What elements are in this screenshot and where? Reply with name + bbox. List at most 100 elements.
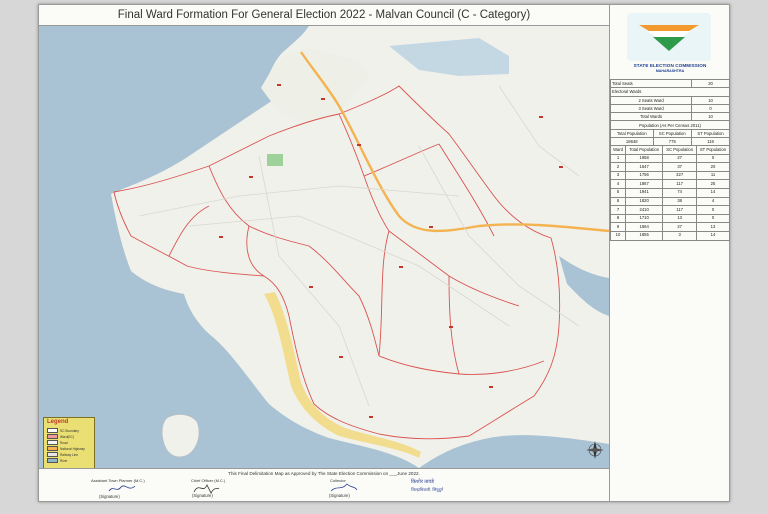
two-seat-value: 10 [691, 95, 730, 105]
table-row: 10 1855 3 14 [610, 230, 731, 241]
st-pop-cell: 20 [695, 162, 731, 172]
st-pop-cell: 4 [695, 196, 731, 207]
legend-swatch [47, 428, 58, 433]
legend-label: Ward(EC) [60, 434, 75, 439]
total-seats-value: 20 [691, 78, 730, 89]
collector-title-stamp: जिल्हाधिकारी, सिंधुदुर्ग [411, 487, 443, 492]
two-seat-label: 2 Seats Ward [609, 95, 693, 105]
total-pop-cell: 1664 [624, 222, 664, 232]
map-canvas[interactable] [39, 26, 609, 468]
sc-pop-cell: 27 [662, 222, 697, 232]
legend-item: SC Boundary [47, 428, 79, 433]
map-legend: Legend SC Boundary Ward(EC) Road Nationa… [43, 417, 95, 468]
title-bar: Final Ward Formation For General Electio… [39, 5, 609, 26]
sc-pop-label: SC Population [652, 128, 693, 139]
ward-number: 2 [610, 162, 626, 172]
total-pop-cell: 1710 [624, 213, 664, 224]
legend-label: Road [60, 440, 68, 445]
map-title: Final Ward Formation For General Electio… [117, 9, 531, 21]
legend-label: River [60, 458, 68, 463]
signature-co: (Signature) [192, 493, 213, 498]
legend-title: Legend [47, 419, 69, 425]
st-pop-cell: 0 [695, 213, 731, 224]
legend-swatch [47, 440, 58, 445]
ward-number: 5 [610, 187, 626, 198]
legend-item: Road [47, 440, 68, 445]
total-seats-label: Total Seats [609, 78, 693, 89]
legend-label: Railway Line [60, 452, 79, 457]
legend-item: Ward(EC) [47, 434, 74, 439]
ward-number: 7 [610, 205, 626, 215]
total-wards-label: Total Wards [609, 112, 693, 122]
population-heading: Population (As Per Census 2011) [610, 120, 730, 130]
st-pop-cell: 11 [695, 170, 731, 181]
total-col-header: Total Population [624, 145, 664, 155]
approval-note: This Final Delimitation Map as Approved … [228, 471, 420, 476]
three-seat-value: 0 [691, 103, 730, 114]
table-row: 4 1867 117 25 [610, 179, 731, 189]
st-pop-cell: 0 [695, 205, 731, 215]
legend-swatch [47, 452, 58, 457]
st-col-header: ST Population [695, 145, 731, 155]
st-pop-cell: 14 [695, 230, 731, 241]
table-row: 1 1958 27 0 [610, 153, 731, 164]
total-pop-cell: 1820 [624, 196, 664, 207]
info-panel: STATE ELECTION COMMISSION MAHARASHTRA To… [609, 5, 731, 501]
ward-number: 8 [610, 213, 626, 224]
signature-atp: (Signature) [99, 494, 120, 499]
total-pop-cell: 1941 [624, 187, 664, 198]
table-row: 8 1710 13 0 [610, 213, 731, 224]
st-pop-cell: 0 [695, 153, 731, 164]
map-sheet: Final Ward Formation For General Electio… [38, 4, 731, 502]
ward-number: 3 [610, 170, 626, 181]
ward-number: 1 [610, 153, 626, 164]
sc-pop-cell: 74 [662, 187, 697, 198]
sc-pop-cell: 3 [662, 230, 697, 241]
total-pop-cell: 1647 [624, 162, 664, 172]
st-pop-cell: 13 [695, 222, 731, 232]
legend-swatch [47, 446, 58, 451]
total-pop-cell: 1855 [624, 230, 664, 241]
legend-item: River [47, 458, 67, 463]
sc-pop-cell: 38 [662, 196, 697, 207]
ward-col-header: Ward [610, 145, 626, 155]
table-row: 2 1647 37 20 [610, 162, 731, 172]
total-wards-value: 10 [691, 112, 730, 122]
legend-item: National Highway [47, 446, 85, 451]
ward-number: 9 [610, 222, 626, 232]
ward-population-table: Ward Total Population SC Population ST P… [610, 145, 731, 241]
ward-map[interactable]: Legend SC Boundary Ward(EC) Road Nationa… [39, 26, 609, 468]
table-row: 9 1664 27 13 [610, 222, 731, 232]
table-row: 5 1941 74 14 [610, 187, 731, 198]
electoral-wards-label: Electoral Wards [610, 87, 730, 97]
sc-pop-cell: 117 [662, 179, 697, 189]
org-sub: MAHARASHTRA [655, 69, 685, 73]
sc-pop-cell: 13 [662, 213, 697, 224]
sc-pop-cell: 37 [662, 162, 697, 172]
org-name: STATE ELECTION COMMISSION [633, 63, 707, 68]
legend-label: SC Boundary [60, 428, 79, 433]
sc-pop-cell: 327 [662, 170, 697, 181]
legend-label: National Highway [60, 446, 85, 451]
signature-collector: (Signature) [329, 493, 350, 498]
sc-pop-cell: 27 [662, 153, 697, 164]
sec-logo [627, 13, 711, 61]
footer: This Final Delimitation Map as Approved … [39, 468, 609, 502]
table-row: 3 1756 327 11 [610, 170, 731, 181]
table-row: 7 2410 117 0 [610, 205, 731, 215]
st-pop-cell: 14 [695, 187, 731, 198]
total-pop-cell: 1867 [624, 179, 664, 189]
green-area [267, 154, 283, 166]
three-seat-label: 3 Seats Ward [609, 103, 693, 114]
sc-col-header: SC Population [662, 145, 697, 155]
total-pop-cell: 1756 [624, 170, 664, 181]
st-pop-label: ST Population [691, 128, 730, 139]
total-pop-cell: 2410 [624, 205, 664, 215]
ward-number: 6 [610, 196, 626, 207]
seat-summary-table: Total Seats 20 Electoral Wards 2 Seats W… [609, 78, 730, 147]
legend-swatch [47, 434, 58, 439]
total-pop-label: Total Population [610, 128, 654, 139]
ward-number: 4 [610, 179, 626, 189]
legend-item: Railway Line [47, 452, 78, 457]
table-row: 6 1820 38 4 [610, 196, 731, 207]
